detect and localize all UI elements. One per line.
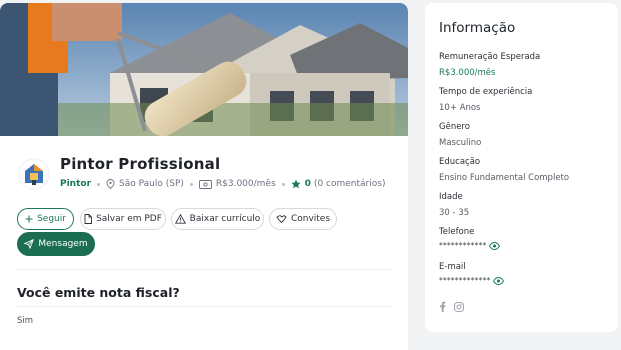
message-button[interactable]: Mensagem [17, 232, 95, 256]
section-divider [17, 306, 392, 307]
info-label: Gênero [439, 122, 470, 132]
info-value: ************* [439, 276, 491, 285]
info-label: Educação [439, 157, 481, 167]
question-answer: Sim [17, 316, 34, 326]
cover-image [0, 3, 408, 136]
info-email: E-mail ************* [439, 262, 609, 285]
info-expected-salary: Remuneração Esperada R$3.000/mês [439, 52, 609, 78]
facebook-icon[interactable] [439, 301, 446, 312]
info-age: Idade 30 - 35 [439, 192, 609, 218]
question-title: Você emite nota fiscal? [17, 285, 180, 300]
info-value: ************ [439, 241, 487, 250]
profile-name: Pintor Profissional [60, 155, 221, 173]
info-label: Remuneração Esperada [439, 52, 541, 62]
download-cv-button[interactable]: Baixar currículo [171, 208, 264, 230]
email-masked: ************* [439, 276, 609, 285]
info-value: 30 - 35 [439, 208, 470, 218]
eye-icon[interactable] [493, 276, 505, 285]
profile-card: Pintor Profissional Pintor São Paulo (SP… [0, 3, 408, 350]
location-pin-icon [106, 179, 115, 189]
info-value: 10+ Anos [439, 103, 481, 113]
info-gender: Gênero Masculino [439, 122, 609, 148]
info-label: Idade [439, 192, 463, 202]
info-label: Tempo de experiência [439, 87, 533, 97]
info-education: Educação Ensino Fundamental Completo [439, 157, 609, 183]
info-panel: Informação Remuneração Esperada R$3.000/… [425, 3, 618, 332]
star-icon [291, 179, 301, 189]
profile-meta: Pintor São Paulo (SP) R$3.000/mês 0 (0 c… [60, 179, 385, 189]
social-links [439, 301, 472, 312]
follow-button-label: Seguir [37, 214, 66, 224]
send-icon [24, 239, 35, 249]
money-icon [198, 179, 212, 189]
info-label: Telefone [439, 227, 475, 237]
profile-location: São Paulo (SP) [119, 179, 184, 189]
info-value: Ensino Fundamental Completo [439, 173, 570, 183]
invites-button-label: Convites [290, 214, 331, 224]
comments-count[interactable]: (0 comentários) [314, 179, 386, 189]
follow-button[interactable]: Seguir [17, 208, 74, 230]
info-label: E-mail [439, 262, 466, 272]
info-phone: Telefone ************ [439, 227, 609, 250]
download-cv-button-label: Baixar currículo [189, 214, 261, 224]
save-pdf-button[interactable]: Salvar em PDF [80, 208, 166, 230]
invites-button[interactable]: Convites [269, 208, 337, 230]
rating-value: 0 [304, 179, 311, 189]
profile-role[interactable]: Pintor [60, 179, 91, 189]
separator-dot [281, 182, 285, 186]
document-icon [84, 214, 93, 224]
plus-icon [25, 215, 33, 223]
info-panel-title: Informação [439, 20, 516, 36]
profile-salary: R$3.000/mês [215, 179, 276, 189]
handshake-icon [276, 214, 287, 224]
info-value: R$3.000/mês [439, 68, 496, 78]
warning-triangle-icon [174, 214, 186, 224]
eye-icon[interactable] [489, 241, 501, 250]
instagram-icon[interactable] [454, 301, 464, 312]
save-pdf-button-label: Salvar em PDF [96, 214, 162, 224]
info-value: Masculino [439, 138, 482, 148]
info-experience: Tempo de experiência 10+ Anos [439, 87, 609, 113]
message-button-label: Mensagem [38, 239, 88, 249]
separator-dot [97, 182, 101, 186]
separator-dot [189, 182, 193, 186]
section-divider [17, 269, 392, 270]
phone-masked: ************ [439, 241, 609, 250]
profile-logo [18, 158, 50, 190]
